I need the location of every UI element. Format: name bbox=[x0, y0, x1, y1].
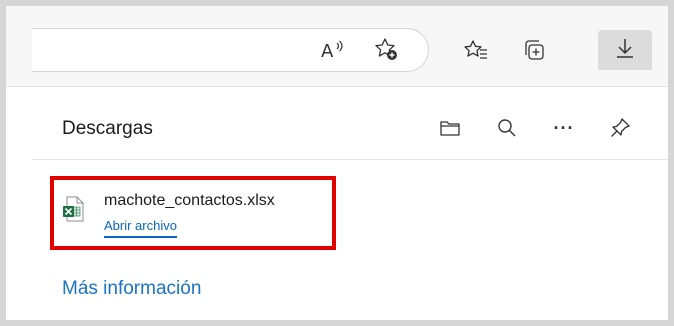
panel-title: Descargas bbox=[62, 118, 153, 139]
panel-divider bbox=[32, 159, 668, 160]
add-favorite-icon[interactable] bbox=[368, 31, 404, 67]
read-aloud-icon[interactable]: A bbox=[314, 31, 350, 67]
browser-toolbar: A bbox=[6, 6, 668, 87]
pin-icon[interactable] bbox=[602, 110, 638, 146]
search-icon[interactable] bbox=[489, 110, 525, 146]
download-file-name: machote_contactos.xlsx bbox=[104, 192, 275, 209]
more-info-link[interactable]: Más información bbox=[62, 278, 201, 300]
excel-file-icon bbox=[62, 196, 84, 227]
favorites-icon[interactable] bbox=[458, 32, 494, 68]
open-folder-icon[interactable] bbox=[432, 110, 468, 146]
download-item[interactable]: machote_contactos.xlsx Abrir archivo bbox=[50, 176, 336, 250]
more-options-icon[interactable]: ··· bbox=[546, 110, 582, 146]
browser-window: A Descargas ··· machote_contactos.xlsx A… bbox=[6, 6, 668, 320]
downloads-button[interactable] bbox=[598, 30, 652, 70]
read-aloud-glyph: A bbox=[321, 41, 334, 62]
open-file-link[interactable]: Abrir archivo bbox=[104, 218, 177, 238]
downloads-icon bbox=[613, 36, 637, 65]
address-bar[interactable]: A bbox=[32, 28, 429, 72]
collections-icon[interactable] bbox=[516, 32, 552, 68]
